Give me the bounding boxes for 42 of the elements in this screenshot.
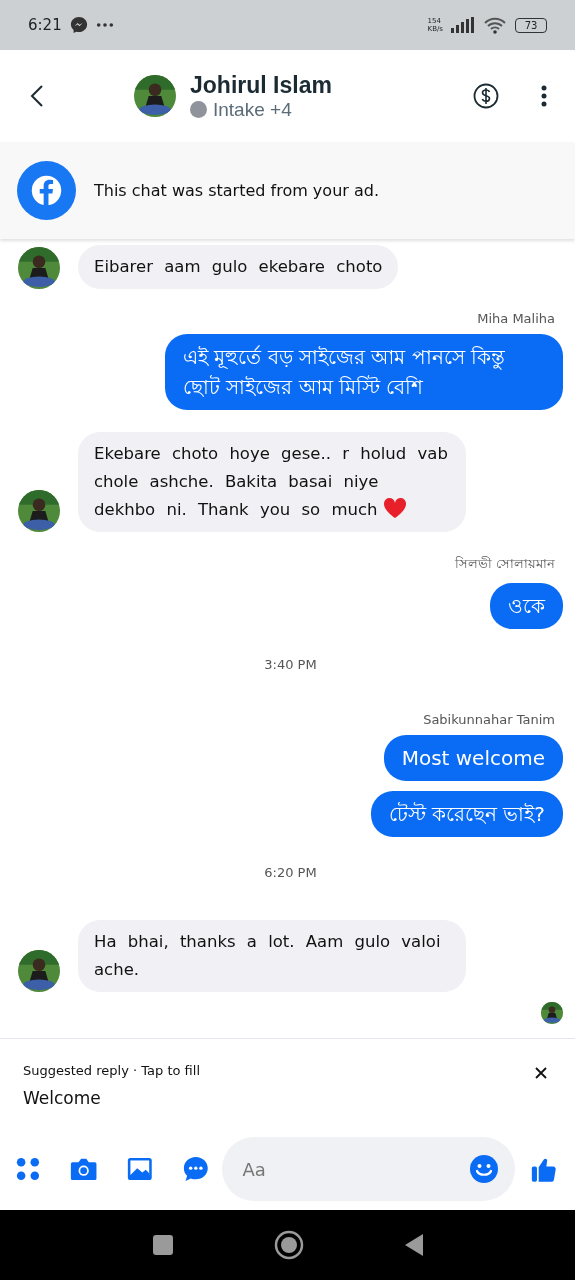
recents-icon[interactable] [151, 1234, 174, 1256]
banner-text: This chat was started from your ad. [94, 181, 379, 200]
sender-name: Miha Maliha [477, 311, 555, 326]
apps-icon[interactable] [16, 1155, 40, 1183]
avatar [134, 75, 176, 117]
message-bubble: Most welcome [383, 735, 563, 781]
contact-status: Intake +4 [213, 98, 292, 121]
message-bubble: Ekebare choto hoye gese.. r holud vab chole ashche. Bakita basai niye dekhbo ni. Thank you so much [78, 432, 466, 532]
back-icon[interactable] [30, 84, 44, 108]
image-icon[interactable] [127, 1155, 153, 1183]
message-bubble: Eibarer aam gulo ekebare choto [78, 245, 399, 289]
facebook-icon [17, 161, 76, 220]
wifi-icon [483, 16, 507, 34]
close-icon[interactable] [535, 1067, 547, 1079]
battery-level: 73 [515, 17, 547, 33]
message-bubble: টেস্ট করেছেন ভাই? [370, 791, 563, 837]
back-icon[interactable] [403, 1233, 424, 1257]
message-bubble: ওকে [490, 583, 563, 629]
dollar-icon[interactable] [473, 83, 499, 109]
more-icon [95, 22, 114, 28]
more-icon[interactable] [541, 85, 547, 107]
avatar [18, 490, 60, 532]
sender-name: Sabikunnahar Tanim [423, 712, 555, 727]
status-dot [190, 101, 207, 118]
message-bubble: এই মূহুর্তে বড় সাইজের আম পানসে কিন্তু ছোট সাইজের আম মিস্টি বেশি [165, 334, 563, 410]
avatar [18, 950, 60, 992]
emoji-icon[interactable] [469, 1154, 500, 1184]
timestamp: 3:40 PM [264, 657, 317, 672]
home-icon[interactable] [273, 1230, 304, 1260]
messenger-icon [69, 16, 88, 34]
signal-icon [451, 17, 475, 33]
clock-time: 6:21 [28, 16, 62, 34]
timestamp: 6:20 PM [264, 865, 317, 880]
message-input[interactable]: Aa [240, 1157, 470, 1181]
suggestion-label: Suggested reply · Tap to fill [23, 1063, 200, 1078]
seen-avatar [541, 1002, 563, 1024]
sender-name: সিলভী সোলায়মান [454, 555, 555, 573]
message-bubble: Ha bhai, thanks a lot. Aam gulo valoi ache. [78, 920, 466, 992]
avatar [18, 247, 60, 289]
message-field[interactable]: Aa [222, 1137, 516, 1201]
contact-name: Johirul Islam [190, 71, 332, 99]
suggested-reply[interactable]: Welcome [23, 1088, 101, 1108]
